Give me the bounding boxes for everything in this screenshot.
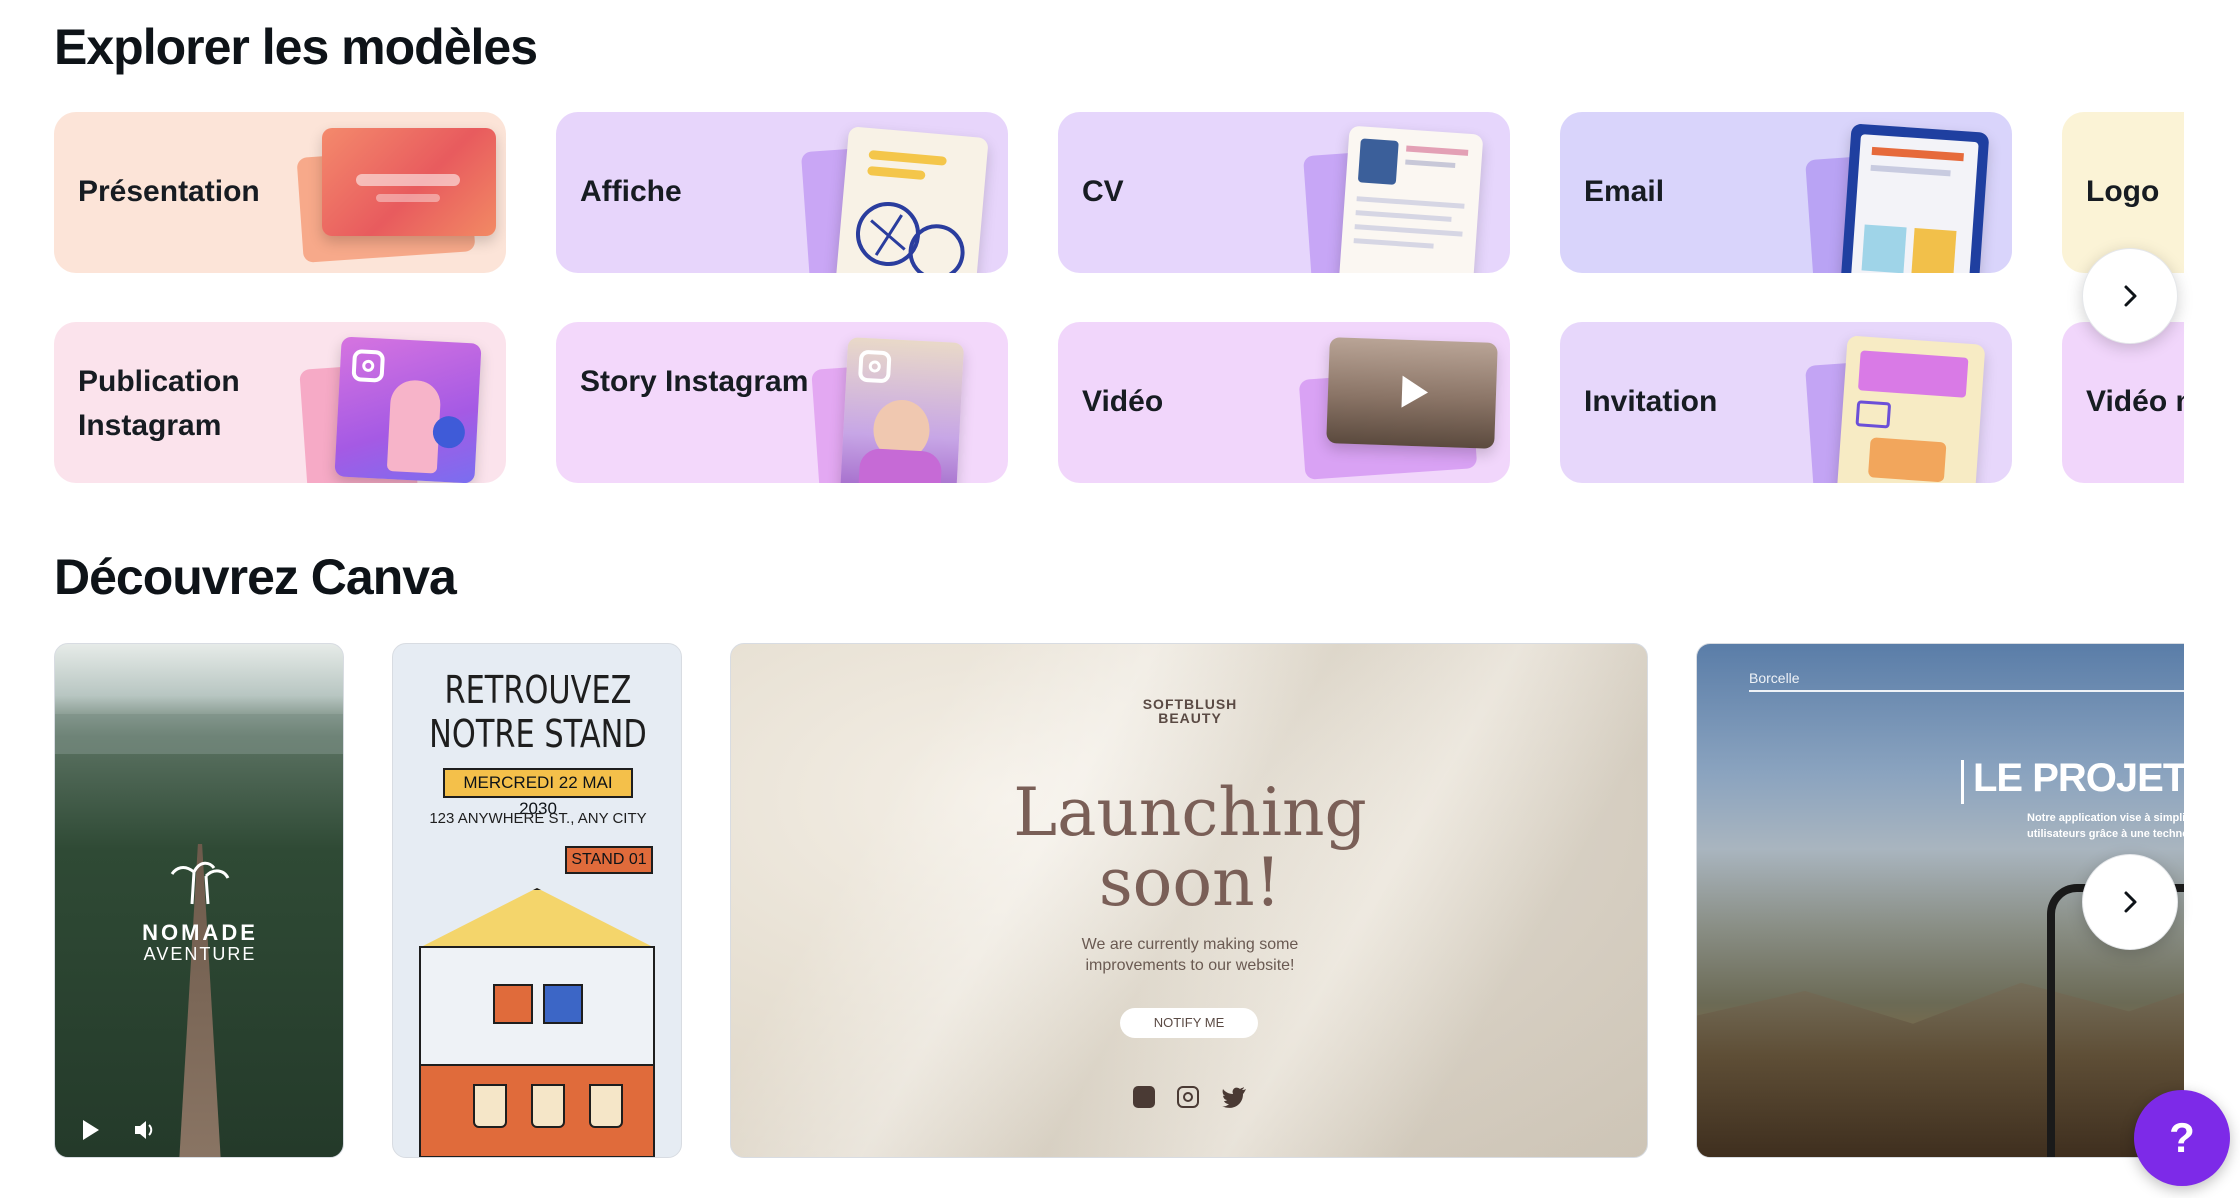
notify-me-button[interactable]: NOTIFY ME: [1120, 1008, 1258, 1038]
chevron-right-icon: [2124, 285, 2137, 307]
template-card-video[interactable]: Vidéo: [1058, 322, 1510, 483]
template-card-label: Présentation: [78, 175, 260, 208]
story-thumbnail: [839, 337, 965, 483]
facebook-icon[interactable]: [1133, 1086, 1155, 1108]
volume-icon[interactable]: [133, 1119, 157, 1141]
template-card-presentation[interactable]: Présentation: [54, 112, 506, 273]
template-card-label: Vidéo: [1082, 385, 1164, 418]
template-card-label: Story Instagram: [580, 365, 809, 398]
discover-carousel: NOMADE AVENTURE RETROUVEZ NOTRE STAND ME…: [54, 643, 2184, 1160]
template-card-story-instagram[interactable]: Story Instagram: [556, 322, 1008, 483]
projet-body-line1: Notre application vise à simplifi: [2027, 812, 2184, 824]
projet-brand: Borcelle: [1749, 670, 1800, 686]
discover-tile-launching-soon[interactable]: SOFTBLUSH BEAUTY Launching soon! We are …: [730, 643, 1648, 1158]
launch-headline-line2: soon!: [1098, 844, 1282, 921]
instagram-icon: [351, 349, 386, 383]
template-card-label: Email: [1584, 175, 1665, 208]
projet-title: LE PROJET E: [1973, 756, 2184, 800]
templates-section-title: Explorer les modèles: [54, 19, 538, 75]
template-card-label: Publication Instagram: [78, 365, 240, 442]
launch-headline-line1: Launching: [1013, 774, 1367, 851]
discover-section-title: Découvrez Canva: [54, 549, 457, 605]
template-card-email[interactable]: Email: [1560, 112, 2012, 273]
brand-name-line2: BEAUTY: [1158, 710, 1222, 726]
stand-badge: STAND 01: [565, 846, 653, 874]
email-thumbnail: [1840, 123, 1990, 273]
launch-body-line1: We are currently making some: [1081, 936, 1299, 953]
template-card-label: Logo: [2086, 175, 2160, 208]
palm-tree-icon: [170, 861, 230, 905]
nomade-subtitle: AVENTURE: [143, 944, 257, 964]
templates-next-button[interactable]: [2082, 248, 2178, 344]
template-cards-carousel: Présentation Affiche CV Email Logo Publi…: [54, 112, 2184, 487]
play-icon: [1401, 375, 1429, 409]
instagram-icon: [857, 349, 892, 384]
instagram-post-thumbnail: [334, 336, 482, 483]
chevron-right-icon: [2124, 891, 2137, 913]
stand-date: MERCREDI 22 MAI 2030: [443, 768, 633, 818]
video-thumbnail: [1326, 337, 1498, 449]
affiche-thumbnail: [835, 126, 989, 273]
nomade-title: NOMADE: [142, 920, 258, 945]
template-card-label: Affiche: [580, 175, 682, 208]
template-card-label: Vidéo m: [2086, 385, 2184, 418]
help-button[interactable]: ?: [2134, 1090, 2230, 1186]
template-card-publication-instagram[interactable]: Publication Instagram: [54, 322, 506, 483]
template-card-video-m[interactable]: Vidéo m: [2062, 322, 2184, 483]
template-card-label: Invitation: [1584, 385, 1718, 418]
template-card-label: CV: [1082, 175, 1124, 208]
stand-title-line2: NOTRE STAND: [429, 712, 647, 756]
discover-tile-stand[interactable]: RETROUVEZ NOTRE STAND MERCREDI 22 MAI 20…: [392, 643, 682, 1158]
play-button[interactable]: [83, 1120, 99, 1140]
template-card-affiche[interactable]: Affiche: [556, 112, 1008, 273]
template-card-invitation[interactable]: Invitation: [1560, 322, 2012, 483]
template-card-cv[interactable]: CV: [1058, 112, 1510, 273]
discover-next-button[interactable]: [2082, 854, 2178, 950]
projet-body-line2: utilisateurs grâce à une techno: [2027, 828, 2184, 840]
discover-tile-nomade-aventure[interactable]: NOMADE AVENTURE: [54, 643, 344, 1158]
invitation-thumbnail: [1836, 335, 1986, 483]
launch-body-line2: improvements to our website!: [1085, 957, 1295, 974]
presentation-thumbnail: [322, 128, 496, 236]
stand-title-line1: RETROUVEZ: [444, 668, 632, 712]
cv-thumbnail: [1338, 125, 1484, 273]
stand-address: 123 ANYWHERE ST., ANY CITY: [429, 810, 647, 827]
twitter-icon[interactable]: [1221, 1086, 1247, 1108]
instagram-icon[interactable]: [1177, 1086, 1199, 1108]
